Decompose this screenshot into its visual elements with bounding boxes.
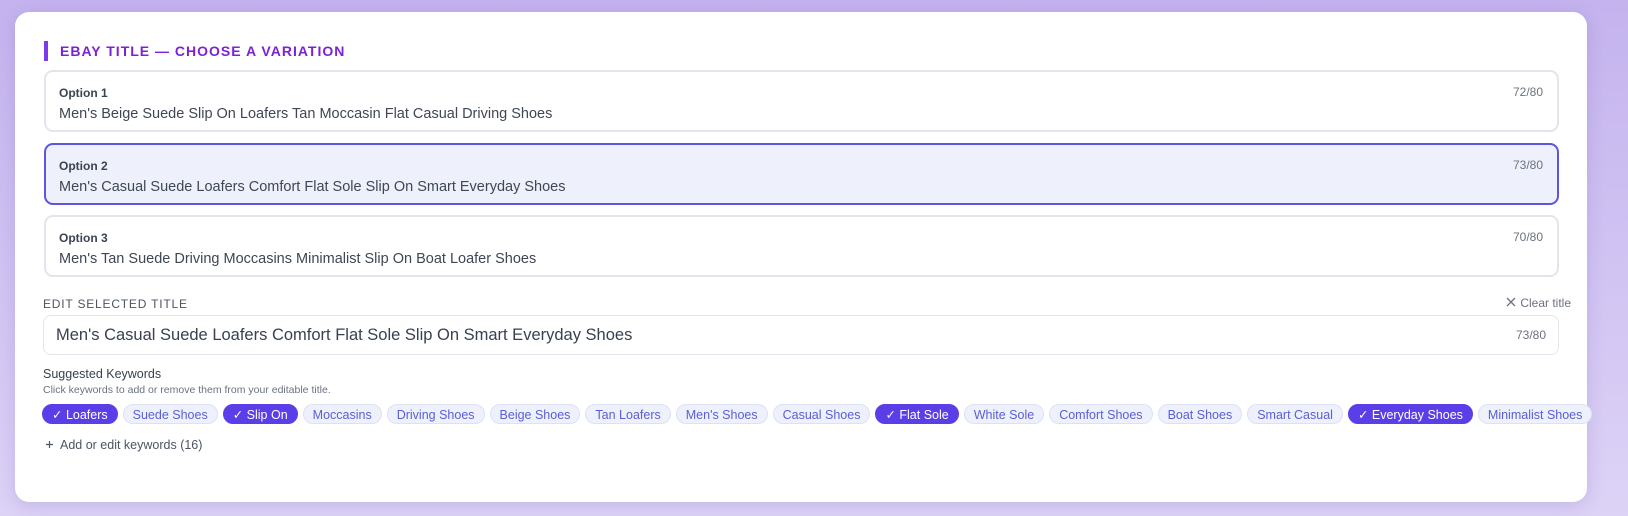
- keyword-chip[interactable]: ✓ Slip On: [222, 404, 298, 424]
- keyword-chip[interactable]: Casual Shoes: [772, 404, 871, 424]
- clear-title-label: Clear title: [1520, 296, 1571, 310]
- add-keywords-label: Add or edit keywords (16): [60, 438, 203, 452]
- keyword-chip[interactable]: Smart Casual: [1247, 404, 1343, 424]
- keyword-chip[interactable]: Tan Loafers: [585, 404, 671, 424]
- option-char-count: 70/80: [1512, 230, 1543, 244]
- keywords-heading: Suggested Keywords: [43, 367, 162, 381]
- keywords-subheading: Click keywords to add or remove them fro…: [43, 384, 331, 396]
- option-title-text: Men's Casual Suede Loafers Comfort Flat …: [59, 179, 566, 195]
- option-label: Option 2: [59, 159, 108, 173]
- option-card-3[interactable]: Option 3 Men's Tan Suede Driving Moccasi…: [44, 215, 1559, 277]
- option-title-text: Men's Tan Suede Driving Moccasins Minima…: [59, 251, 537, 267]
- keyword-chip[interactable]: Beige Shoes: [489, 404, 581, 424]
- keyword-chip[interactable]: Suede Shoes: [122, 404, 218, 424]
- keyword-chip[interactable]: ✓ Everyday Shoes: [1347, 404, 1473, 424]
- option-title-text: Men's Beige Suede Slip On Loafers Tan Mo…: [59, 106, 553, 122]
- keyword-chip[interactable]: Men's Shoes: [675, 404, 768, 424]
- keyword-chip[interactable]: Driving Shoes: [386, 404, 485, 424]
- keyword-chip[interactable]: ✓ Flat Sole: [875, 404, 959, 424]
- keyword-chip[interactable]: Minimalist Shoes: [1477, 404, 1593, 424]
- clear-title-button[interactable]: Clear title: [1506, 296, 1571, 310]
- option-char-count: 72/80: [1512, 85, 1543, 99]
- option-char-count: 73/80: [1512, 158, 1543, 172]
- option-card-2[interactable]: Option 2 Men's Casual Suede Loafers Comf…: [44, 143, 1559, 205]
- keyword-chip[interactable]: Boat Shoes: [1157, 404, 1243, 424]
- keyword-chip-list: ✓ Loafers Suede Shoes ✓ Slip On Moccasins Dr…: [42, 404, 1593, 424]
- keyword-chip[interactable]: Moccasins: [302, 404, 382, 424]
- edit-title-label: EDIT SELECTED TITLE: [43, 297, 188, 311]
- close-icon: [1506, 296, 1516, 310]
- add-keywords-button[interactable]: Add or edit keywords (16): [45, 438, 202, 452]
- keyword-chip[interactable]: Comfort Shoes: [1049, 404, 1153, 424]
- title-input-container: 73/80: [43, 315, 1559, 355]
- section-title: EBAY TITLE — CHOOSE A VARIATION: [44, 41, 345, 61]
- option-label: Option 3: [59, 231, 108, 245]
- keyword-chip[interactable]: White Sole: [963, 404, 1045, 424]
- keyword-chip[interactable]: ✓ Loafers: [42, 404, 118, 424]
- option-label: Option 1: [59, 86, 108, 100]
- title-input[interactable]: [56, 316, 1456, 354]
- title-char-count: 73/80: [1515, 328, 1546, 342]
- plus-icon: [45, 438, 54, 452]
- title-variation-card: EBAY TITLE — CHOOSE A VARIATION Option 1…: [15, 12, 1593, 502]
- option-card-1[interactable]: Option 1 Men's Beige Suede Slip On Loafe…: [44, 70, 1559, 132]
